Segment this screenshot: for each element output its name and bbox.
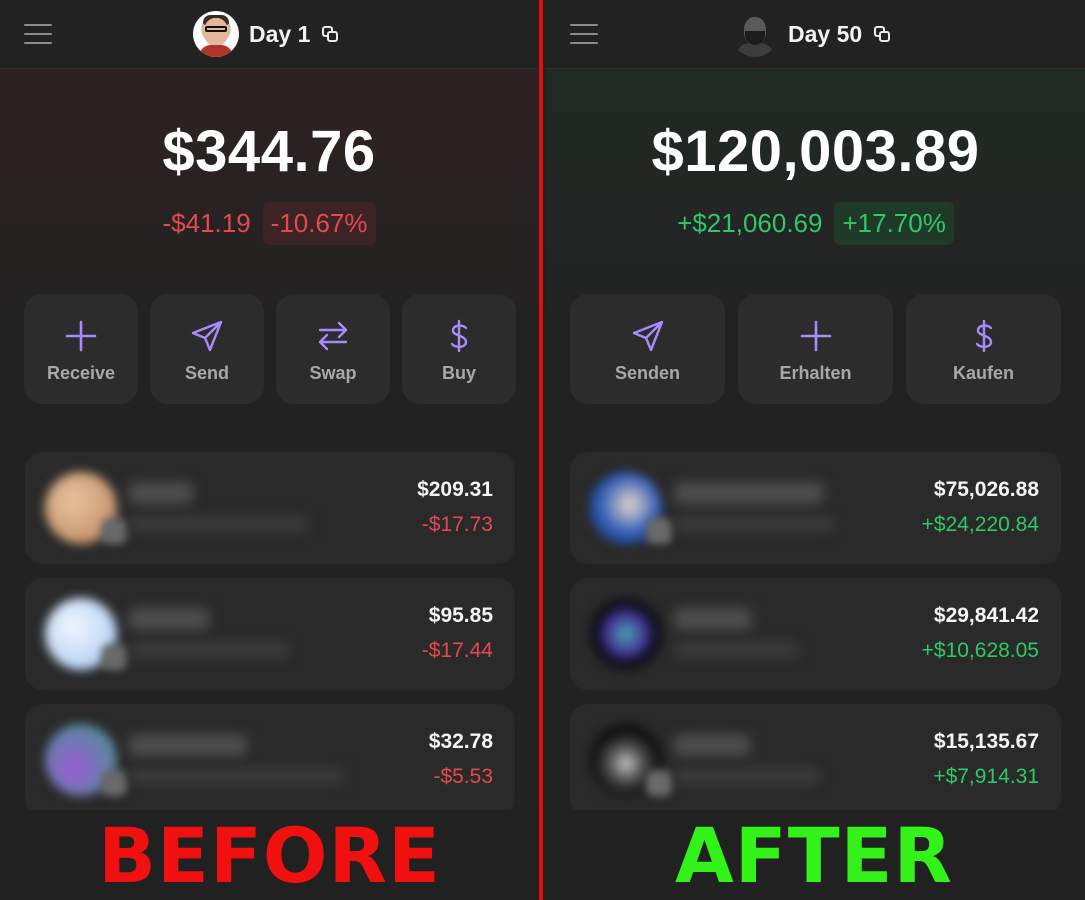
send-button[interactable]: Send [150,294,264,404]
asset-name-blurred [129,734,247,756]
after-wallet-panel: Day 50 $120,003.89 +$21,060.69 +17.70% S… [546,0,1085,810]
chain-badge-icon [101,644,127,670]
asset-row[interactable]: $209.31 -$17.73 [25,452,515,564]
before-wallet-panel: Day 1 $344.76 -$41.19 -10.67% Receive Se… [0,0,538,810]
asset-list: $75,026.88 +$24,220.84 $29,841.42 +$10,6… [570,452,1061,810]
account-title: Day 50 [788,20,863,47]
asset-name-blurred [129,482,193,504]
asset-value: $95.85 [428,604,493,627]
asset-row[interactable]: $95.85 -$17.44 [25,578,515,690]
asset-change: -$17.73 [421,513,493,536]
balance-change: +$21,060.69 +17.70% [546,202,1085,245]
asset-change: +$10,628.05 [921,639,1039,662]
avatar [193,11,239,57]
receive-label: Erhalten [779,362,852,383]
swap-icon [316,319,350,353]
asset-change: +$7,914.31 [933,765,1039,788]
balance-background [546,68,1085,328]
action-buttons: Receive Send Swap Buy [24,294,516,404]
asset-logo-icon [590,598,662,670]
asset-amount-blurred [129,516,309,532]
chain-badge-icon [646,518,672,544]
divider-line [539,0,543,900]
asset-amount-blurred [129,768,344,784]
receive-button[interactable]: Receive [24,294,138,404]
chain-badge-icon [101,518,127,544]
change-percent-badge: -10.67% [262,202,376,245]
header: Day 1 [0,0,538,69]
asset-name-blurred [674,608,752,630]
asset-value: $29,841.42 [933,604,1039,627]
asset-change: -$5.53 [433,765,493,788]
receive-label: Receive [46,362,116,383]
asset-value: $15,135.67 [933,730,1039,753]
asset-name-blurred [674,734,750,756]
send-label: Senden [614,362,680,383]
plus-icon [799,319,833,353]
asset-amount-blurred [129,642,289,658]
asset-list: $209.31 -$17.73 $95.85 -$17.44 $32.78 -$… [25,452,515,810]
asset-row[interactable]: $75,026.88 +$24,220.84 [570,452,1061,564]
send-button[interactable]: Senden [570,294,725,404]
before-caption: BEFORE [0,810,539,900]
asset-value: $75,026.88 [933,478,1039,501]
swap-label: Swap [309,362,357,383]
header: Day 50 [546,0,1085,69]
account-selector[interactable]: Day 50 [732,10,892,58]
swap-button[interactable]: Swap [276,294,390,404]
change-amount: +$21,060.69 [677,208,823,238]
total-balance: $120,003.89 [651,119,980,184]
asset-name-blurred [674,482,824,504]
send-label: Send [184,362,229,383]
plus-icon [64,319,98,353]
change-amount: -$41.19 [162,208,251,238]
after-caption: AFTER [543,810,1085,900]
asset-value: $209.31 [417,478,493,501]
chain-badge-icon [646,770,672,796]
receive-button[interactable]: Erhalten [738,294,893,404]
buy-label: Buy [441,362,476,383]
total-balance: $344.76 [162,119,376,184]
copy-icon[interactable] [872,24,892,44]
asset-amount-blurred [674,768,819,784]
buy-label: Kaufen [952,362,1014,383]
action-buttons: Senden Erhalten Kaufen [570,294,1061,404]
dollar-icon [442,319,476,353]
change-percent-badge: +17.70% [834,202,954,245]
chain-badge-icon [101,770,127,796]
menu-icon[interactable] [24,24,52,44]
copy-icon[interactable] [320,24,340,44]
asset-change: +$24,220.84 [921,513,1039,536]
asset-amount-blurred [674,516,834,532]
asset-value: $32.78 [428,730,493,753]
asset-row[interactable]: $29,841.42 +$10,628.05 [570,578,1061,690]
buy-button[interactable]: Kaufen [906,294,1061,404]
avatar [732,11,778,57]
buy-button[interactable]: Buy [402,294,516,404]
account-selector[interactable]: Day 1 [193,10,340,58]
asset-row[interactable]: $32.78 -$5.53 [25,704,515,810]
balance-change: -$41.19 -10.67% [0,202,538,245]
account-title: Day 1 [249,20,311,47]
balance-background [0,68,538,328]
asset-change: -$17.44 [421,639,493,662]
asset-row[interactable]: $15,135.67 +$7,914.31 [570,704,1061,810]
send-icon [190,319,224,353]
asset-amount-blurred [674,642,799,658]
menu-icon[interactable] [570,24,598,44]
dollar-icon [967,319,1001,353]
asset-name-blurred [129,608,209,630]
send-icon [631,319,665,353]
